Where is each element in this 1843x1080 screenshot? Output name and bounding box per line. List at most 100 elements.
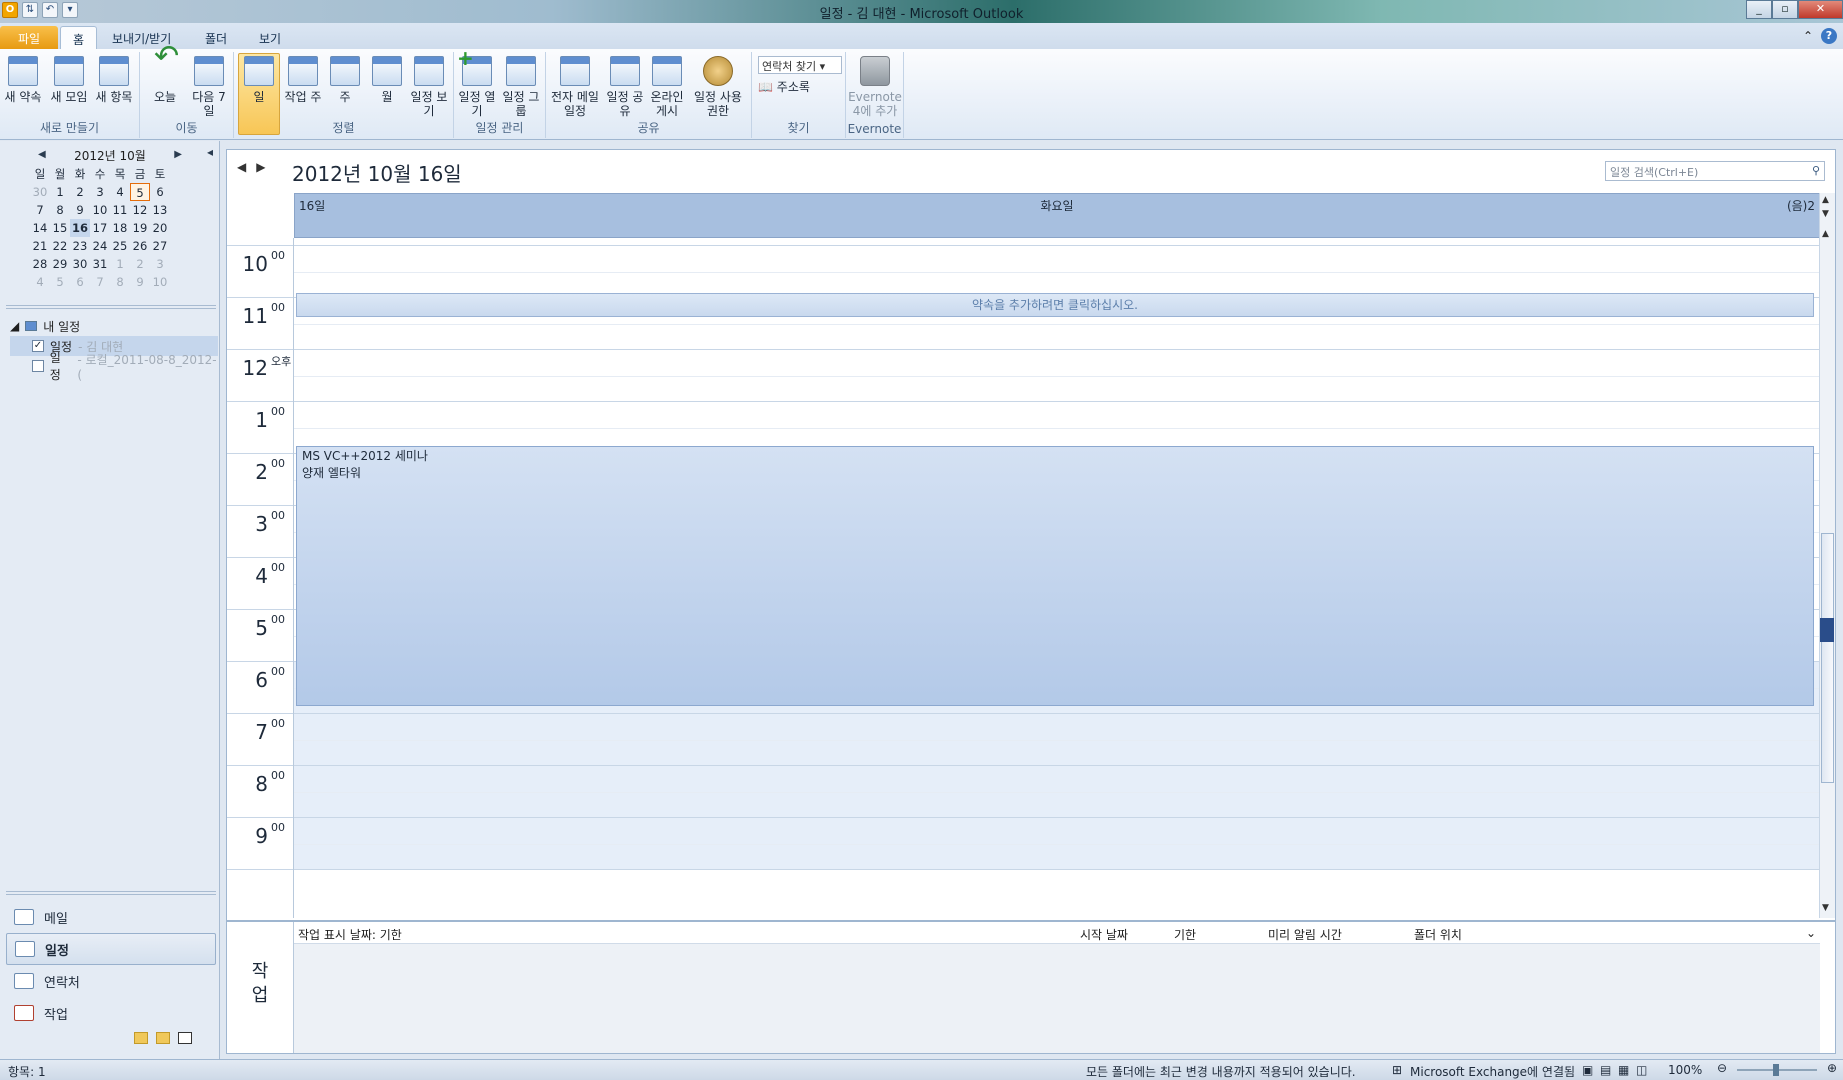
tasks-col-folder[interactable]: 폴더 위치 (1414, 926, 1462, 943)
calendar-day[interactable]: 2 (70, 183, 90, 201)
hour-row[interactable] (294, 766, 1820, 818)
calendar-day[interactable]: 30 (70, 255, 90, 273)
calendar-day[interactable]: 8 (110, 273, 130, 291)
calendar-day[interactable]: 11 (110, 201, 130, 219)
tasks-body[interactable] (294, 944, 1820, 1053)
tab-view[interactable]: 보기 (247, 26, 293, 49)
scroll-up-icon[interactable]: ▲ (1822, 229, 1829, 239)
tab-file[interactable]: 파일 (0, 26, 58, 49)
calendar-day[interactable]: 7 (30, 201, 50, 219)
calendar-groups-button[interactable]: 일정 그룹 (500, 54, 542, 118)
my-calendars-group[interactable]: ◢ 내 일정 (10, 316, 218, 336)
view-reading-icon[interactable]: ▤ (1600, 1063, 1611, 1077)
calendar-checkbox[interactable]: ✓ (32, 340, 44, 352)
scroll-down-icon[interactable]: ▼ (1822, 209, 1829, 219)
calendar-day[interactable]: 13 (150, 201, 170, 219)
minimize-button[interactable]: _ (1746, 0, 1772, 19)
open-calendar-button[interactable]: 일정 열기 (456, 51, 498, 118)
calendar-day[interactable]: 31 (90, 255, 110, 273)
calendar-day[interactable]: 9 (70, 201, 90, 219)
calendar-day[interactable]: 23 (70, 237, 90, 255)
scroll-thumb[interactable] (1821, 533, 1834, 783)
shortcuts-icon[interactable] (178, 1032, 192, 1044)
tasks-dropdown-icon[interactable]: ⌄ (1806, 926, 1816, 940)
calendar-item-local[interactable]: 일정 - 로컬_2011-08-8_2012-( (10, 351, 218, 382)
calendar-day[interactable]: 16 (70, 219, 90, 237)
scroll-up-icon[interactable]: ▲ (1822, 195, 1829, 205)
calendar-day[interactable]: 17 (90, 219, 110, 237)
nav-tasks[interactable]: 작업 (6, 997, 216, 1029)
vertical-scrollbar[interactable]: ▲ ▼ ▲ ▼ (1819, 193, 1835, 918)
hour-row[interactable] (294, 246, 1820, 298)
calendar-day[interactable]: 3 (90, 183, 110, 201)
add-appointment-hint[interactable]: 약속을 추가하려면 클릭하십시오. (296, 293, 1814, 317)
prev-month-icon[interactable]: ◀ (38, 149, 46, 160)
tasks-col-due[interactable]: 기한 (1174, 926, 1196, 943)
appointment[interactable]: MS VC++2012 세미나 양재 엘타워 (296, 446, 1814, 706)
calendar-day[interactable]: 1 (110, 255, 130, 273)
evernote-add-button[interactable]: Evernote 4에 추가 (848, 54, 902, 118)
view-normal-icon[interactable]: ▣ (1582, 1063, 1593, 1077)
notes-icon[interactable] (134, 1032, 148, 1044)
calendar-day[interactable]: 28 (30, 255, 50, 273)
help-icon[interactable]: ? (1821, 28, 1837, 44)
hour-row[interactable] (294, 238, 1820, 246)
search-icon[interactable]: ⚲ (1812, 164, 1820, 177)
hour-row[interactable] (294, 714, 1820, 766)
next-month-icon[interactable]: ▶ (174, 149, 182, 160)
next-day-icon[interactable]: ▶ (256, 160, 275, 174)
schedule-view-button[interactable]: 일정 보기 (408, 54, 450, 118)
calendar-day[interactable]: 2 (130, 255, 150, 273)
zoom-out-icon[interactable]: ⊖ (1717, 1061, 1727, 1075)
hour-row[interactable] (294, 818, 1820, 870)
calendar-day[interactable]: 20 (150, 219, 170, 237)
zoom-in-icon[interactable]: ⊕ (1827, 1061, 1837, 1075)
email-calendar-button[interactable]: 전자 메일 일정 (550, 54, 600, 118)
calendar-day[interactable]: 30 (30, 183, 50, 201)
folder-icon[interactable] (156, 1032, 170, 1044)
prev-day-icon[interactable]: ◀ (237, 160, 256, 174)
calendar-day[interactable]: 19 (130, 219, 150, 237)
tab-home[interactable]: 홈 (60, 26, 98, 49)
calendar-day[interactable]: 29 (50, 255, 70, 273)
collapse-pane-icon[interactable]: ◂ (207, 145, 213, 159)
maximize-button[interactable]: ▫ (1772, 0, 1798, 19)
hour-row[interactable] (294, 350, 1820, 402)
calendar-day[interactable]: 1 (50, 183, 70, 201)
new-appointment-button[interactable]: 새 약속 (2, 54, 44, 104)
close-button[interactable]: ✕ (1798, 0, 1843, 19)
nav-calendar[interactable]: 일정 (6, 933, 216, 965)
tasks-col-show-date[interactable]: 작업 표시 날짜: 기한 (298, 926, 402, 943)
work-week-button[interactable]: 작업 주 (282, 54, 324, 104)
view-compact-icon[interactable]: ▦ (1618, 1063, 1629, 1077)
new-items-button[interactable]: 새 항목 (92, 54, 136, 104)
today-button[interactable]: 오늘 (144, 50, 186, 104)
expand-icon[interactable]: ◢ (10, 319, 19, 333)
calendar-day[interactable]: 6 (70, 273, 90, 291)
zoom-knob[interactable] (1773, 1064, 1779, 1076)
nav-mail[interactable]: 메일 (6, 901, 216, 933)
calendar-day[interactable]: 5 (130, 183, 150, 201)
calendar-day[interactable]: 3 (150, 255, 170, 273)
calendar-day[interactable]: 8 (50, 201, 70, 219)
tab-folder[interactable]: 폴더 (193, 26, 239, 49)
calendar-day[interactable]: 6 (150, 183, 170, 201)
share-calendar-button[interactable]: 일정 공유 (604, 54, 646, 118)
calendar-day[interactable]: 24 (90, 237, 110, 255)
calendar-search-input[interactable]: 일정 검색(Ctrl+E) ⚲ (1605, 161, 1825, 181)
month-button[interactable]: 월 (366, 54, 408, 104)
tasks-col-start-date[interactable]: 시작 날짜 (1080, 926, 1128, 943)
calendar-day[interactable]: 4 (30, 273, 50, 291)
calendar-day[interactable]: 5 (50, 273, 70, 291)
calendar-day[interactable]: 22 (50, 237, 70, 255)
calendar-day[interactable]: 26 (130, 237, 150, 255)
publish-online-button[interactable]: 온라인 게시 (646, 54, 688, 118)
calendar-day[interactable]: 10 (150, 273, 170, 291)
collapse-ribbon-icon[interactable]: ⌃ (1803, 29, 1813, 43)
find-contact-dropdown[interactable]: 연락처 찾기 ▾ (758, 56, 842, 74)
next-7-days-button[interactable]: 다음 7일 (188, 54, 230, 118)
calendar-day[interactable]: 18 (110, 219, 130, 237)
calendar-day[interactable]: 9 (130, 273, 150, 291)
nav-contacts[interactable]: 연락처 (6, 965, 216, 997)
calendar-day[interactable]: 14 (30, 219, 50, 237)
